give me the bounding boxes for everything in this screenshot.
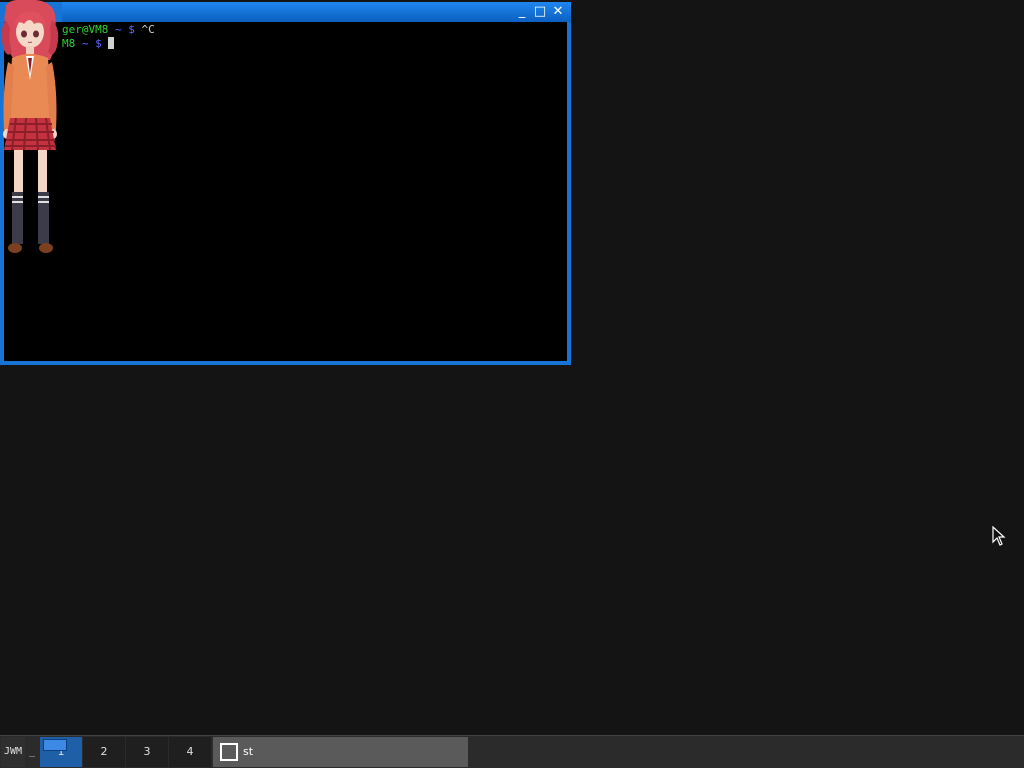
terminal-body[interactable]: ger@VM8 ~ $ ^C M8 ~ $ bbox=[4, 22, 567, 361]
workspace-3-button[interactable]: 3 bbox=[126, 737, 168, 767]
prompt-user-host: ger@VM8 bbox=[62, 23, 109, 36]
show-desktop-button[interactable]: _ bbox=[26, 737, 38, 767]
terminal-line: ger@VM8 ~ $ ^C bbox=[62, 23, 155, 37]
window-icon bbox=[220, 743, 238, 761]
prompt-path: ~ bbox=[81, 37, 89, 50]
terminal-line: M8 ~ $ bbox=[62, 37, 115, 51]
workspace-4-button[interactable]: 4 bbox=[169, 737, 211, 767]
taskbar: JWM _ 1 2 3 4 st bbox=[0, 735, 1024, 768]
terminal-titlebar[interactable]: _ □ ✕ bbox=[62, 2, 571, 22]
prompt-symbol: $ bbox=[95, 37, 102, 50]
minimize-button[interactable]: _ bbox=[514, 4, 530, 20]
prompt-path: ~ bbox=[114, 23, 122, 36]
mouse-pointer-icon bbox=[992, 526, 1006, 546]
taskbar-item-st[interactable]: st bbox=[213, 737, 468, 767]
taskbar-item-label: st bbox=[243, 745, 254, 758]
maximize-button[interactable]: □ bbox=[532, 4, 548, 20]
anime-mascot-image bbox=[1, 0, 59, 253]
workspace-2-button[interactable]: 2 bbox=[83, 737, 125, 767]
close-button[interactable]: ✕ bbox=[550, 4, 566, 20]
text-cursor bbox=[108, 37, 115, 49]
prompt-symbol: $ bbox=[128, 23, 135, 36]
start-menu-button[interactable]: JWM bbox=[1, 737, 25, 767]
terminal-command: ^C bbox=[141, 23, 155, 36]
workspace-1-button[interactable]: 1 bbox=[40, 737, 82, 767]
prompt-user-host: M8 bbox=[62, 37, 76, 50]
terminal-window[interactable]: _ □ ✕ ger@VM8 ~ $ ^C M8 ~ $ bbox=[0, 2, 571, 365]
workspace-window-preview bbox=[43, 739, 67, 751]
